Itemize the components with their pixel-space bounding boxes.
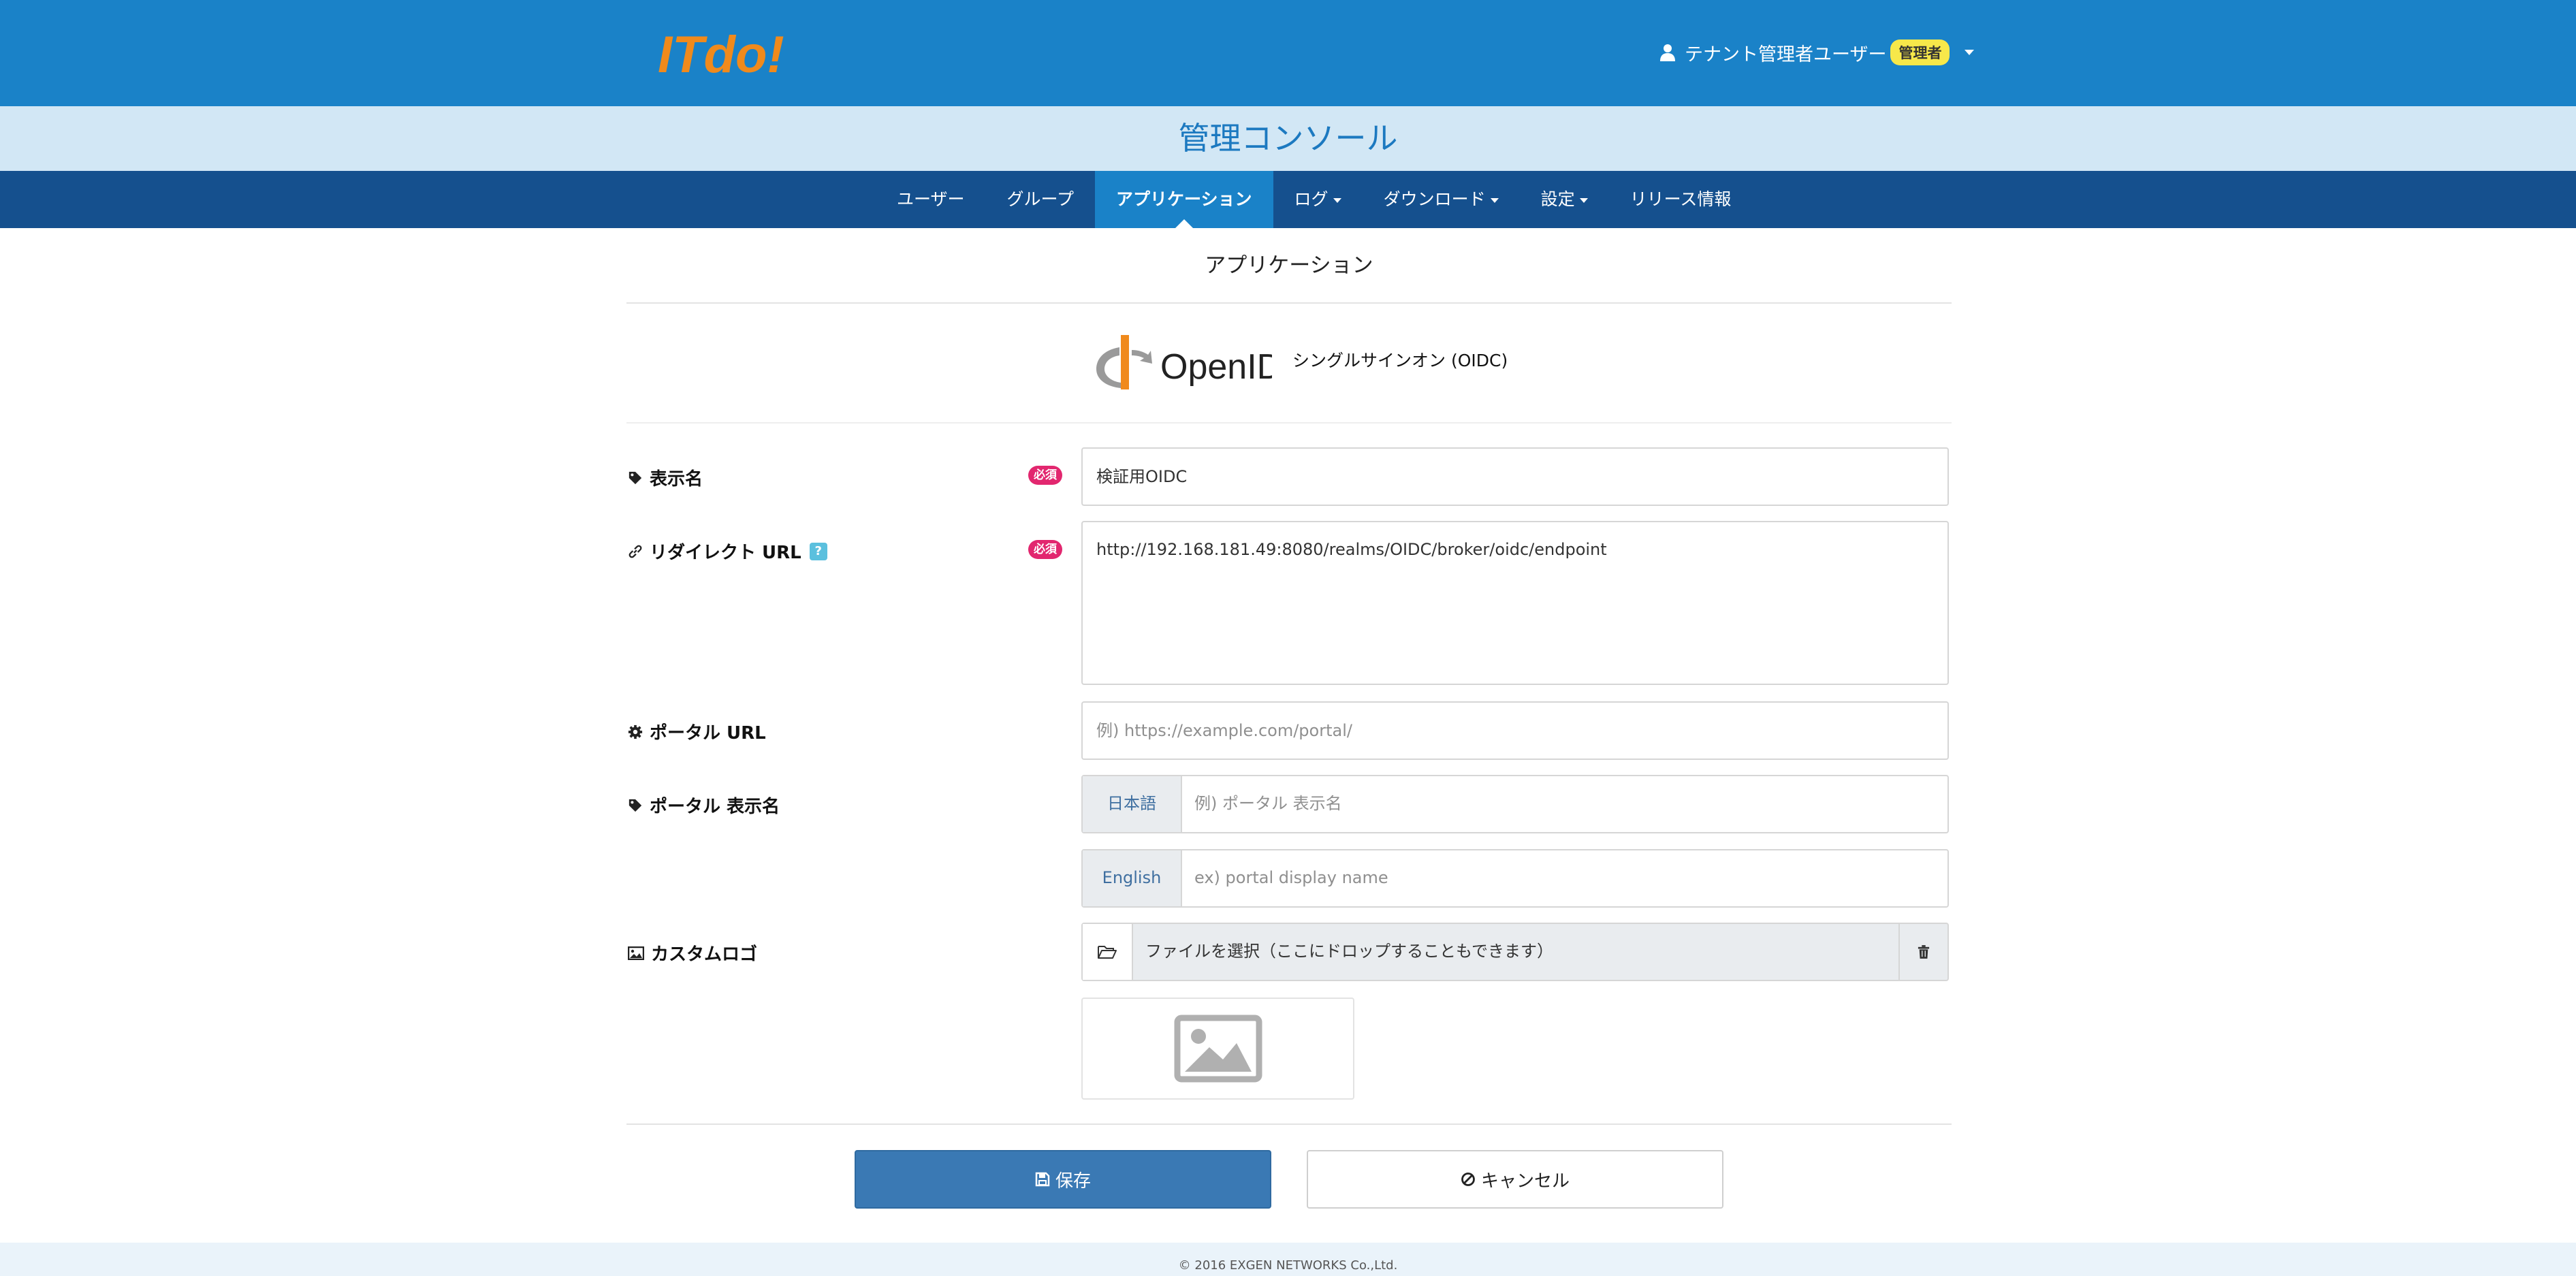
lang-addon-en: English [1083,850,1182,906]
nav-item-downloads[interactable]: ダウンロード [1363,171,1520,228]
logo-preview [1081,998,1354,1100]
image-placeholder-icon [1174,1015,1262,1083]
caret-down-icon [1579,197,1588,203]
console-bar: 管理コンソール [0,106,2576,171]
svg-text:ITdo!: ITdo! [658,26,784,84]
help-icon[interactable]: ? [809,542,827,560]
custom-logo-label: カスタムロゴ [628,940,757,966]
redirect-url-label: リダイレクト URL ? [628,539,827,564]
nav-item-release-info[interactable]: リリース情報 [1609,171,1753,228]
page-title: アプリケーション [626,229,1952,304]
nav-item-applications[interactable]: アプリケーション [1095,171,1273,228]
required-badge: 必須 [1028,540,1062,559]
portal-url-label: ポータル URL [628,719,766,744]
display-name-input[interactable]: 検証用OIDC [1081,447,1949,506]
lang-addon-ja: 日本語 [1083,776,1182,832]
portal-display-name-label: ポータル 表示名 [628,793,780,818]
svg-text:OpenID: OpenID [1160,347,1272,387]
folder-open-icon[interactable] [1083,924,1133,980]
itdo-logo[interactable]: ITdo! [656,23,786,84]
trash-icon[interactable] [1898,924,1947,980]
cancel-button[interactable]: キャンセル [1307,1150,1723,1209]
save-button[interactable]: 保存 [855,1150,1271,1209]
nav-item-logs[interactable]: ログ [1273,171,1363,228]
app-type-header: OpenID シングルサインオン (OIDC) [626,304,1952,424]
portal-display-name-en-input[interactable]: English ex) portal display name [1081,849,1949,908]
link-icon [629,545,642,558]
gear-icon [628,724,643,739]
form-divider [626,1123,1952,1125]
portal-display-name-ja-input[interactable]: 日本語 例) ポータル 表示名 [1081,775,1949,833]
user-name: テナント管理者ユーザー [1685,44,1887,65]
footer: © 2016 EXGEN NETWORKS Co.,Ltd. [0,1243,2576,1276]
user-icon [1660,44,1675,61]
tag-icon [629,471,642,484]
portal-url-input[interactable]: 例) https://example.com/portal/ [1081,701,1949,760]
redirect-url-textarea[interactable]: http://192.168.181.49:8080/realms/OIDC/b… [1081,521,1949,685]
chevron-down-icon [1965,50,1975,55]
nav-item-settings[interactable]: 設定 [1520,171,1609,228]
user-menu[interactable]: テナント管理者ユーザー 管理者 [1660,38,1975,67]
required-badge: 必須 [1028,466,1062,485]
app-type-label: シングルサインオン (OIDC) [1292,351,1508,370]
caret-down-icon [1490,197,1499,203]
custom-logo-file-input[interactable]: ファイルを選択（ここにドロップすることもできます） [1081,923,1949,981]
save-icon [1035,1172,1050,1187]
ban-icon [1461,1173,1475,1186]
role-badge: 管理者 [1890,39,1950,65]
copyright-text: © 2016 EXGEN NETWORKS Co.,Ltd. [1178,1258,1398,1273]
nav-item-groups[interactable]: グループ [986,171,1096,228]
display-name-label: 表示名 [628,465,703,490]
nav-item-users[interactable]: ユーザー [876,171,986,228]
caret-down-icon [1333,197,1341,203]
console-title: 管理コンソール [1178,120,1398,157]
image-icon [628,946,644,960]
main-nav: ユーザー グループ アプリケーション ログ ダウンロード 設定 リリース情報 [0,171,2576,228]
tag-icon [629,799,642,812]
openid-logo: OpenID [1096,335,1272,389]
top-header: ITdo! テナント管理者ユーザー 管理者 [0,0,2576,106]
